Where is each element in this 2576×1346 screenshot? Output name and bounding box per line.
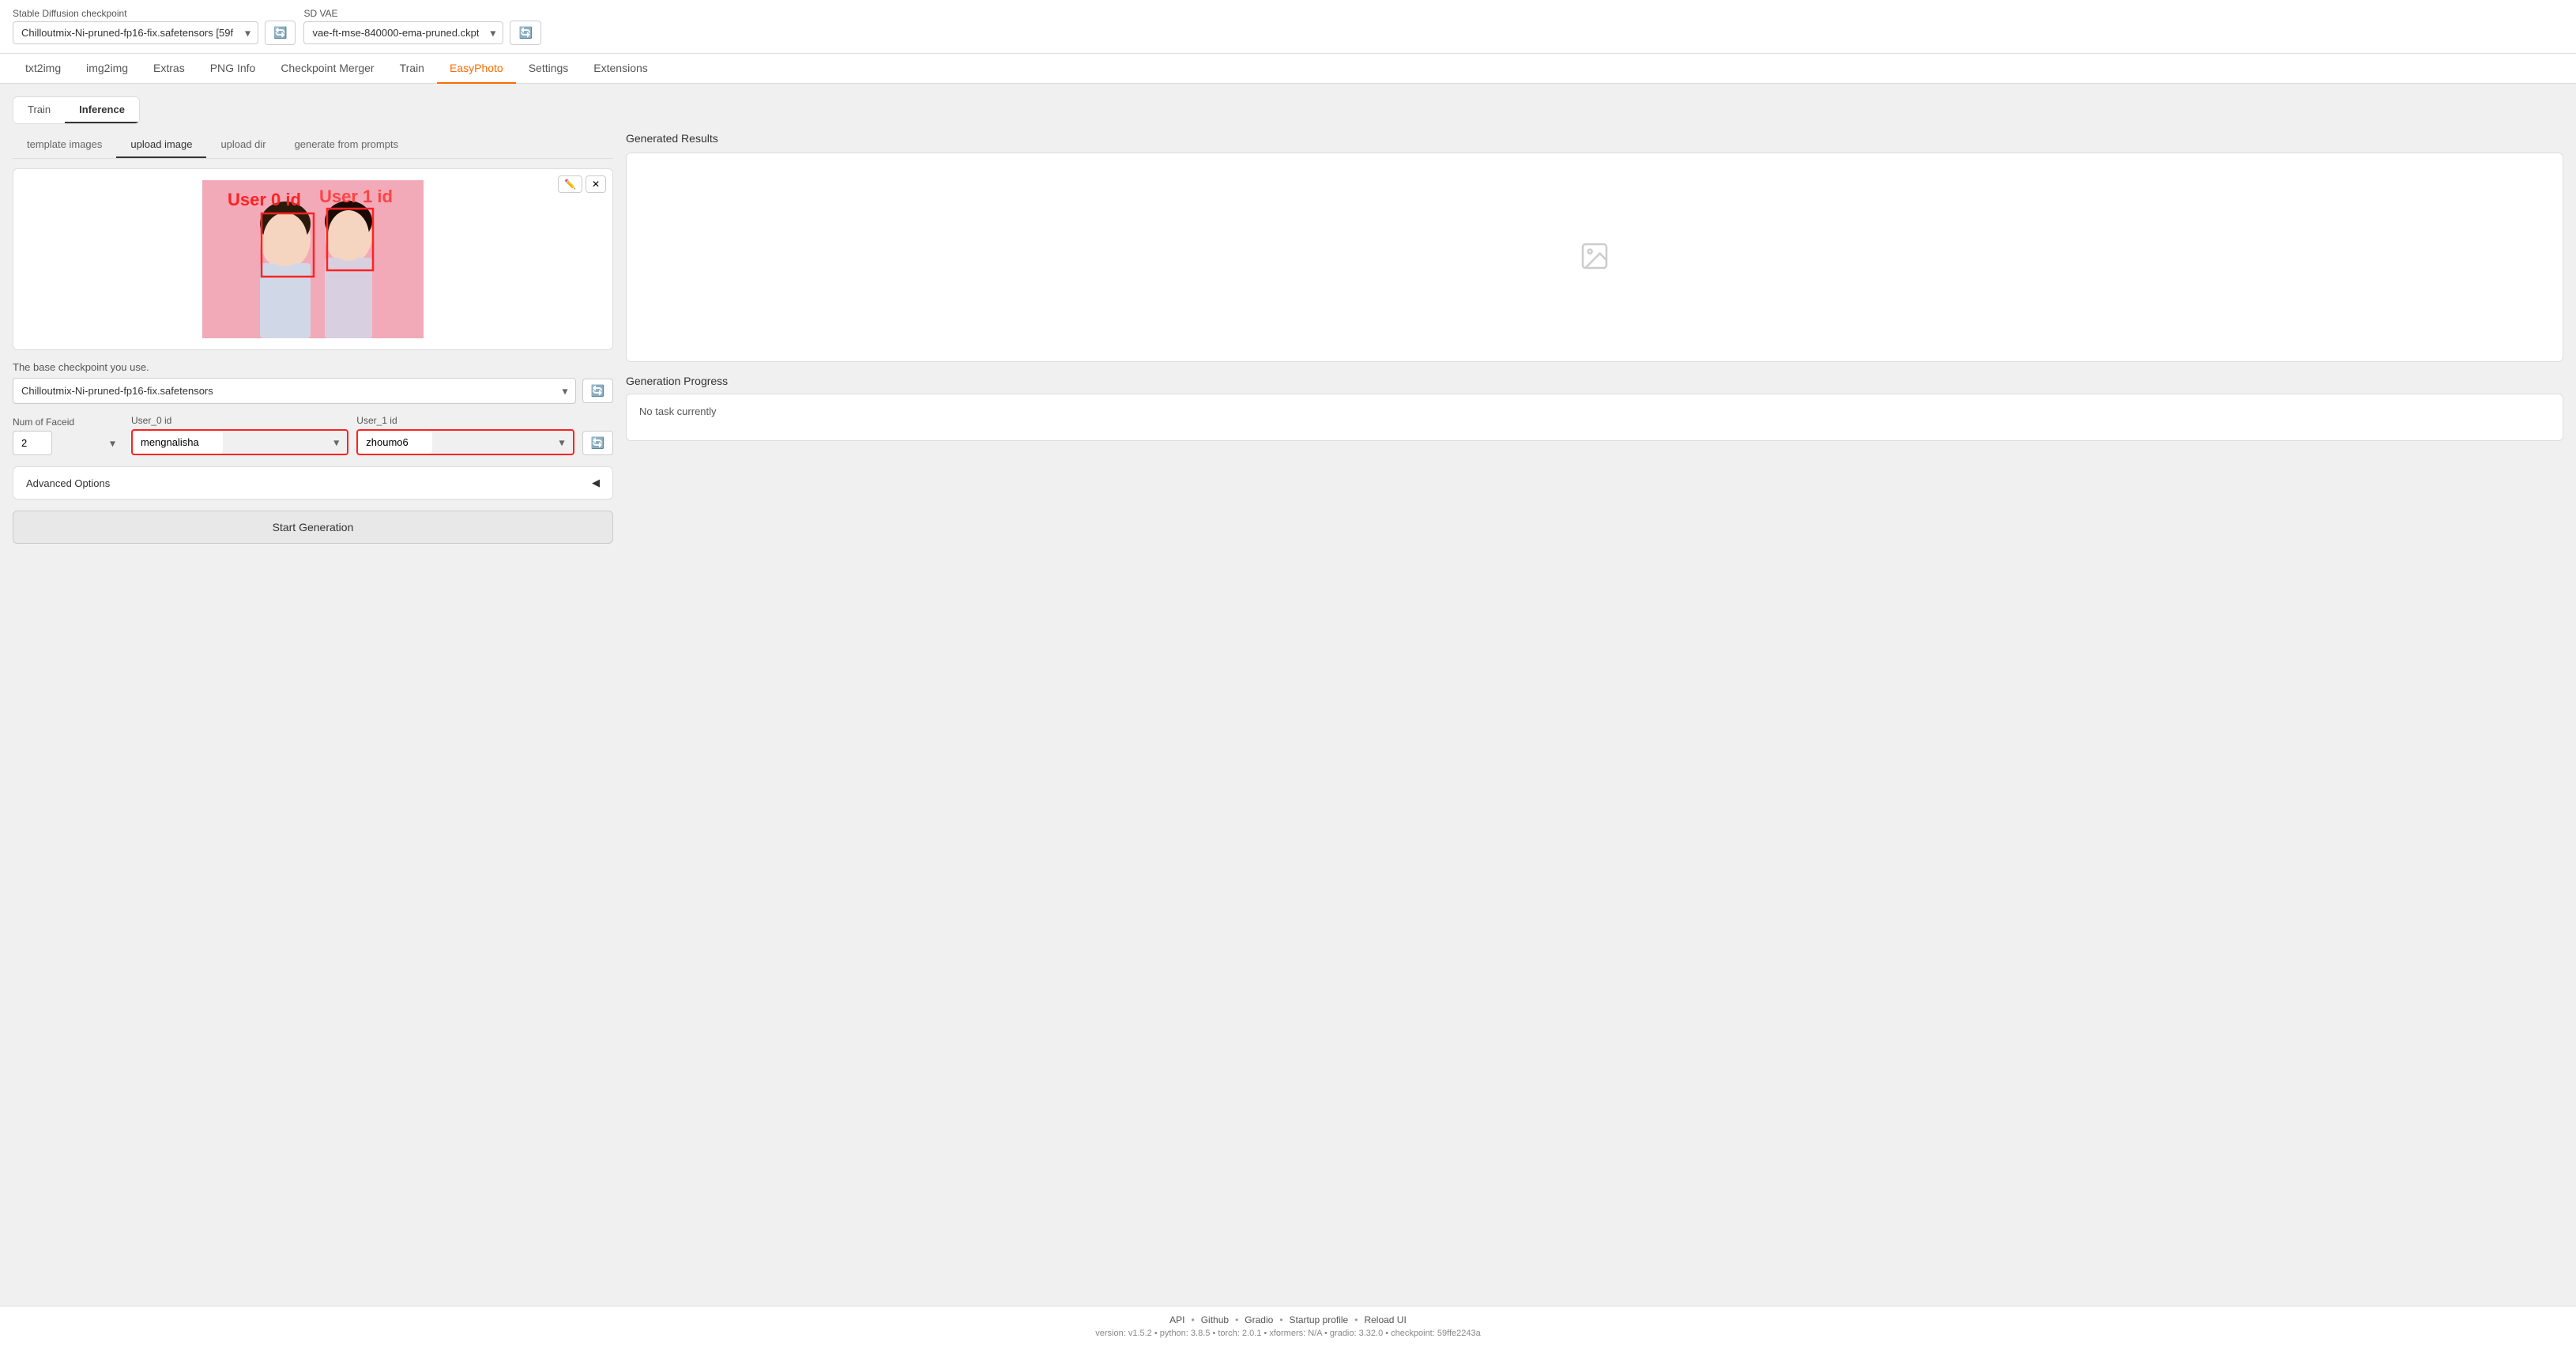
checkpoint-row: Chilloutmix-Ni-pruned-fp16-fix.safetenso…: [13, 378, 613, 404]
faceid-row: Num of Faceid 2 1 3 4 User_0 id mengnali…: [13, 415, 613, 455]
upload-controls: ✏️ ✕: [558, 175, 606, 193]
generated-results-title: Generated Results: [626, 132, 2563, 145]
tab-settings[interactable]: Settings: [516, 54, 582, 84]
user1-label: User_1 id: [356, 415, 574, 426]
user0-select[interactable]: mengnalisha: [133, 431, 223, 454]
photo-container: User 0 id User 1 id: [202, 180, 424, 338]
sub-tabs: Train Inference: [13, 96, 140, 124]
advanced-options-label: Advanced Options: [26, 477, 110, 489]
tab-upload-image[interactable]: upload image: [116, 132, 206, 158]
checkpoint-inference-refresh[interactable]: 🔄: [582, 379, 613, 403]
footer: API • Github • Gradio • Startup profile …: [0, 1306, 2576, 1346]
image-upload-inner: User 0 id User 1 id ✏️ ✕: [13, 169, 612, 349]
tab-extensions[interactable]: Extensions: [581, 54, 660, 84]
checkpoint-section-label: The base checkpoint you use.: [13, 361, 613, 373]
checkpoint-inference-dropdown[interactable]: Chilloutmix-Ni-pruned-fp16-fix.safetenso…: [13, 378, 576, 404]
advanced-options-triangle-icon: ◀: [592, 477, 600, 489]
svg-text:User 1 id: User 1 id: [319, 187, 393, 206]
generation-progress-area: No task currently: [626, 394, 2563, 441]
vae-group-inner: SD VAE vae-ft-mse-840000-ema-pruned.ckpt…: [303, 8, 540, 45]
no-task-text: No task currently: [639, 405, 2550, 417]
num-faceid-label: Num of Faceid: [13, 417, 123, 428]
tab-extras[interactable]: Extras: [141, 54, 198, 84]
user1-select-wrapper[interactable]: zhoumo6: [356, 429, 574, 455]
tab-img2img[interactable]: img2img: [73, 54, 141, 84]
footer-link-api[interactable]: API: [1169, 1314, 1184, 1325]
tab-png-info[interactable]: PNG Info: [198, 54, 269, 84]
vae-group: SD VAE vae-ft-mse-840000-ema-pruned.ckpt…: [303, 8, 540, 45]
checkpoint-label: Stable Diffusion checkpoint: [13, 8, 296, 19]
tab-template-images[interactable]: template images: [13, 132, 116, 158]
checkpoint-group: Stable Diffusion checkpoint Chilloutmix-…: [13, 8, 296, 45]
num-faceid-col: Num of Faceid 2 1 3 4: [13, 417, 123, 455]
content-area: Train Inference template images upload i…: [0, 84, 2576, 1306]
start-generation-button[interactable]: Start Generation: [13, 511, 613, 544]
footer-link-github[interactable]: Github: [1201, 1314, 1229, 1325]
image-upload-area[interactable]: User 0 id User 1 id ✏️ ✕: [13, 168, 613, 350]
edit-button[interactable]: ✏️: [558, 175, 582, 193]
num-faceid-select[interactable]: 2 1 3 4: [13, 431, 52, 455]
checkpoint-group-inner: Stable Diffusion checkpoint Chilloutmix-…: [13, 8, 296, 45]
advanced-options-toggle[interactable]: Advanced Options ◀: [13, 466, 613, 500]
vae-select[interactable]: vae-ft-mse-840000-ema-pruned.ckpt: [303, 21, 503, 44]
footer-link-gradio[interactable]: Gradio: [1245, 1314, 1273, 1325]
close-button[interactable]: ✕: [586, 175, 606, 193]
placeholder-image-icon: [1579, 240, 1610, 272]
user0-label: User_0 id: [131, 415, 348, 426]
user0-col: User_0 id mengnalisha: [131, 415, 348, 455]
checkpoint-select[interactable]: Chilloutmix-Ni-pruned-fp16-fix.safetenso…: [13, 21, 258, 44]
top-bar: Stable Diffusion checkpoint Chilloutmix-…: [0, 0, 2576, 54]
tab-txt2img[interactable]: txt2img: [13, 54, 73, 84]
footer-link-startup-profile[interactable]: Startup profile: [1290, 1314, 1349, 1325]
right-panel: Generated Results Generation Progress No…: [626, 132, 2563, 544]
user0-select-wrapper[interactable]: mengnalisha: [131, 429, 348, 455]
tab-upload-dir[interactable]: upload dir: [206, 132, 280, 158]
content-inner: template images upload image upload dir …: [13, 132, 2563, 544]
inference-tabs: template images upload image upload dir …: [13, 132, 613, 159]
checkpoint-inference-select[interactable]: Chilloutmix-Ni-pruned-fp16-fix.safetenso…: [13, 378, 576, 404]
image-placeholder: [1579, 240, 1610, 274]
vae-refresh-button[interactable]: 🔄: [510, 21, 540, 45]
faceid-refresh-button[interactable]: 🔄: [582, 431, 613, 455]
checkpoint-dropdown-wrapper[interactable]: Chilloutmix-Ni-pruned-fp16-fix.safetenso…: [13, 21, 258, 44]
vae-dropdown-wrapper[interactable]: vae-ft-mse-840000-ema-pruned.ckpt: [303, 21, 503, 44]
user1-select[interactable]: zhoumo6: [358, 431, 432, 454]
user1-col: User_1 id zhoumo6: [356, 415, 574, 455]
left-panel: template images upload image upload dir …: [13, 132, 613, 544]
tab-train[interactable]: Train: [387, 54, 437, 84]
tab-easyphoto[interactable]: EasyPhoto: [437, 54, 516, 84]
tab-generate-from-prompts[interactable]: generate from prompts: [281, 132, 413, 158]
vae-label: SD VAE: [303, 8, 540, 19]
main-tabs: txt2img img2img Extras PNG Info Checkpoi…: [0, 54, 2576, 84]
footer-links: API • Github • Gradio • Startup profile …: [13, 1314, 2563, 1325]
num-faceid-select-wrapper[interactable]: 2 1 3 4: [13, 431, 123, 455]
photo-svg: User 0 id User 1 id: [202, 180, 424, 338]
generated-results-area: [626, 153, 2563, 362]
footer-version: version: v1.5.2 • python: 3.8.5 • torch:…: [13, 1329, 2563, 1338]
footer-link-reload-ui[interactable]: Reload UI: [1364, 1314, 1406, 1325]
generation-progress-title: Generation Progress: [626, 375, 2563, 387]
tab-checkpoint-merger[interactable]: Checkpoint Merger: [268, 54, 386, 84]
subtab-train[interactable]: Train: [13, 97, 65, 123]
subtab-inference[interactable]: Inference: [65, 97, 139, 123]
checkpoint-refresh-button[interactable]: 🔄: [265, 21, 296, 45]
svg-text:User 0 id: User 0 id: [228, 190, 301, 209]
